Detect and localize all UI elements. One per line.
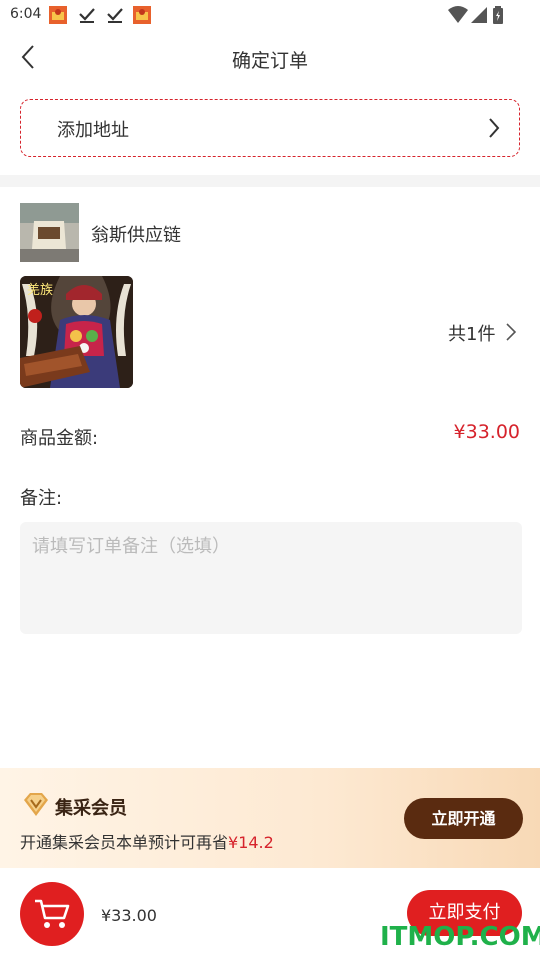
add-address-button[interactable]: 添加地址 (20, 99, 520, 157)
cart-icon (35, 899, 70, 928)
nav-bar: 确定订单 (0, 30, 540, 88)
amount-value: ¥33.00 (453, 421, 520, 443)
remark-label: 备注: (20, 488, 63, 509)
status-time: 6:04 (10, 6, 42, 22)
membership-desc: 开通集采会员本单预计可再省¥14.2 (20, 829, 274, 853)
chevron-right-icon[interactable] (505, 322, 517, 342)
remark-input[interactable] (20, 522, 522, 634)
amount-label: 商品金额: (20, 428, 99, 449)
membership-title: 集采会员 (55, 798, 127, 819)
diamond-vip-icon (24, 793, 48, 816)
wifi-icon (448, 6, 468, 24)
shop-name: 翁斯供应链 (91, 225, 181, 246)
page-title: 确定订单 (231, 50, 308, 72)
item-count[interactable]: 共1件 (448, 320, 495, 346)
watermark-text: ITMOP.COM (380, 922, 540, 952)
signal-icon (470, 6, 488, 24)
download-done-icon (78, 6, 96, 24)
product-image-text: 羌族 (27, 282, 53, 298)
product-image[interactable]: 羌族 (20, 276, 133, 388)
battery-icon (492, 6, 504, 24)
cart-button[interactable] (20, 882, 84, 946)
section-divider (0, 175, 540, 187)
membership-banner: 集采会员 开通集采会员本单预计可再省¥14.2 立即开通 (0, 768, 540, 868)
total-price: ¥33.00 (101, 906, 157, 925)
membership-desc-text: 开通集采会员本单预计可再省 (20, 833, 229, 852)
shop-avatar[interactable] (20, 203, 79, 262)
membership-save-amount: ¥14.2 (228, 833, 274, 852)
add-address-label: 添加地址 (57, 120, 129, 141)
app-notification-icon (133, 6, 151, 24)
chevron-right-icon (489, 118, 500, 138)
open-membership-button[interactable]: 立即开通 (404, 798, 523, 839)
status-bar: 6:04 (0, 0, 540, 30)
download-done-icon (106, 6, 124, 24)
app-notification-icon (49, 6, 67, 24)
